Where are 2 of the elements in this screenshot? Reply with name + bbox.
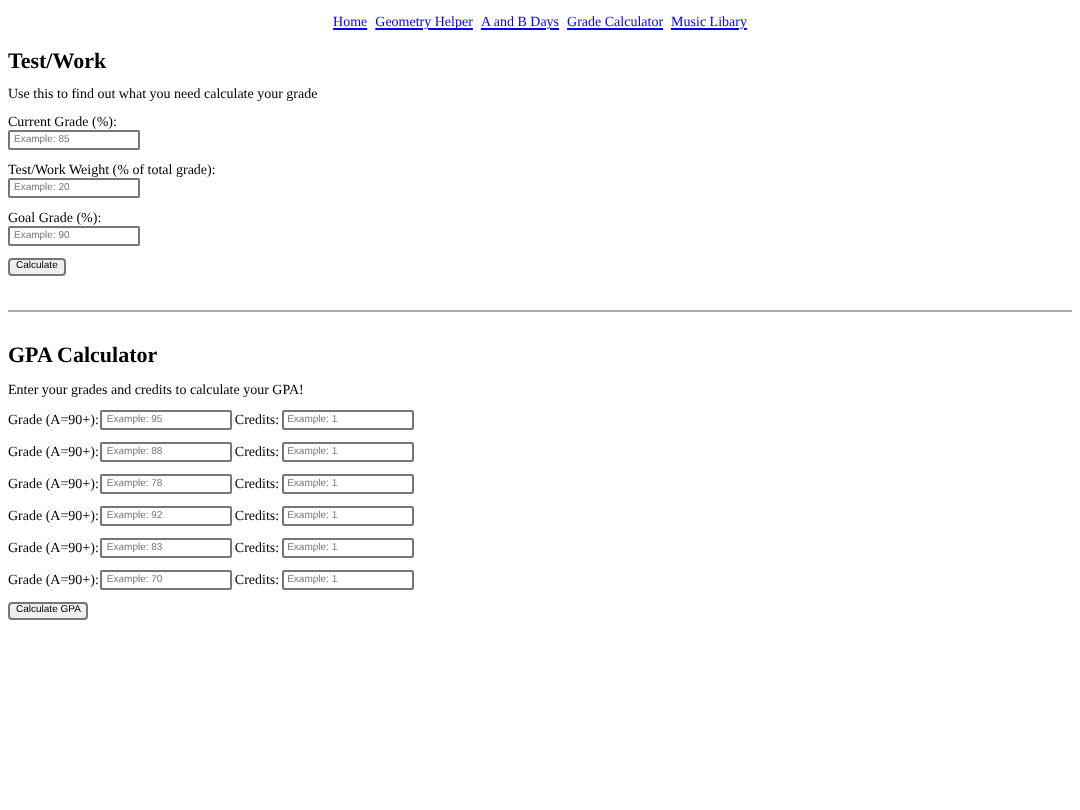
section-title: Test/Work <box>8 50 109 74</box>
section-title: GPA Calculator <box>8 344 160 368</box>
